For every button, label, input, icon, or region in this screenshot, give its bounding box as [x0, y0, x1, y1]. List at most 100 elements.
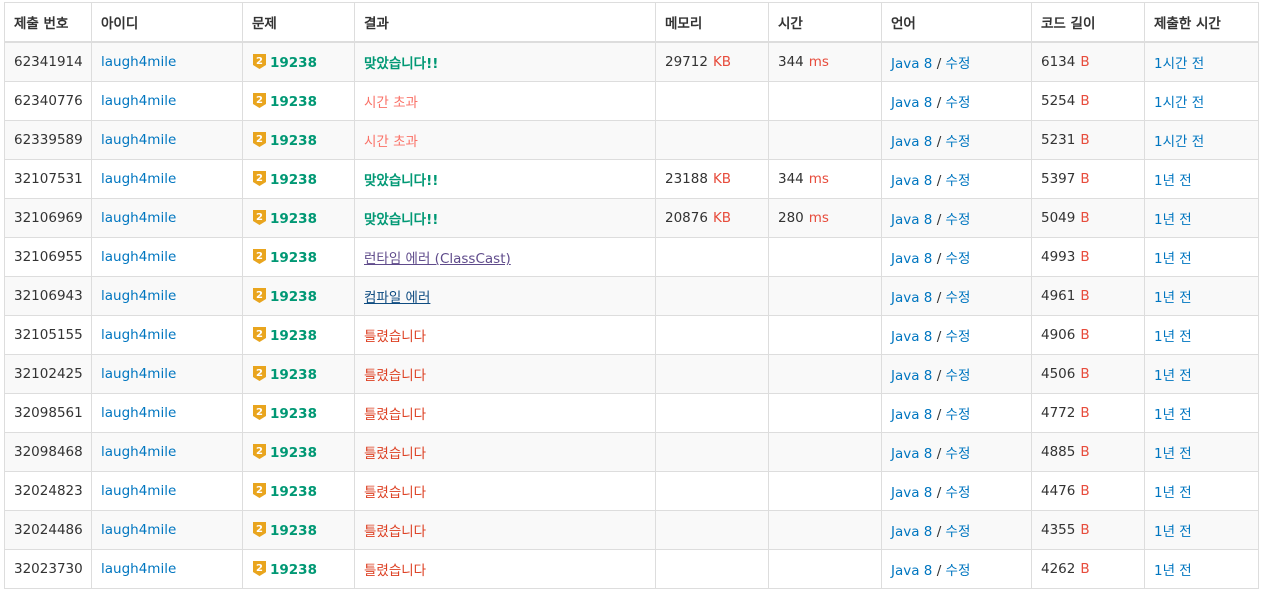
submitted-at-cell: 1년 전	[1144, 315, 1259, 355]
time-unit: ms	[808, 54, 829, 70]
user-link[interactable]: laugh4mile	[101, 54, 176, 70]
language-link[interactable]: Java 8	[891, 368, 932, 384]
edit-link[interactable]: 수정	[946, 134, 971, 150]
language-cell: Java 8 / 수정	[881, 471, 1032, 511]
code-length-value: 4355	[1041, 522, 1076, 538]
result-cell: 틀렸습니다	[354, 549, 656, 589]
result-cell: 틀렸습니다	[354, 315, 656, 355]
submitted-at-link[interactable]: 1년 전	[1154, 173, 1192, 189]
problem-link[interactable]: 19238	[270, 445, 317, 461]
edit-link[interactable]: 수정	[946, 212, 971, 228]
edit-link[interactable]: 수정	[946, 563, 971, 579]
user-link[interactable]: laugh4mile	[101, 405, 176, 421]
edit-link[interactable]: 수정	[946, 173, 971, 189]
user-link[interactable]: laugh4mile	[101, 171, 176, 187]
problem-cell: 2 19238	[242, 81, 355, 121]
user-link[interactable]: laugh4mile	[101, 132, 176, 148]
submitted-at-link[interactable]: 1년 전	[1154, 251, 1192, 267]
edit-link[interactable]: 수정	[946, 329, 971, 345]
submitted-at-link[interactable]: 1년 전	[1154, 563, 1192, 579]
time-cell	[768, 432, 882, 472]
problem-link[interactable]: 19238	[270, 172, 317, 188]
submitted-at-link[interactable]: 1시간 전	[1154, 134, 1204, 150]
submitted-at-link[interactable]: 1시간 전	[1154, 95, 1204, 111]
table-row: 32098561 laugh4mile 2 19238 틀렸습니다 Java 8 …	[4, 393, 1259, 433]
user-link[interactable]: laugh4mile	[101, 483, 176, 499]
edit-link[interactable]: 수정	[946, 368, 971, 384]
submitted-at-link[interactable]: 1년 전	[1154, 485, 1192, 501]
language-link[interactable]: Java 8	[891, 446, 932, 462]
problem-link[interactable]: 19238	[270, 55, 317, 71]
submitted-at-link[interactable]: 1년 전	[1154, 446, 1192, 462]
problem-link[interactable]: 19238	[270, 484, 317, 500]
submitted-at-link[interactable]: 1시간 전	[1154, 56, 1204, 72]
language-link[interactable]: Java 8	[891, 524, 932, 540]
edit-link[interactable]: 수정	[946, 251, 971, 267]
tier-badge-icon: 2	[252, 170, 267, 187]
user-link[interactable]: laugh4mile	[101, 327, 176, 343]
language-separator: /	[932, 524, 946, 540]
submitted-at-link[interactable]: 1년 전	[1154, 290, 1192, 306]
submitted-at-link[interactable]: 1년 전	[1154, 329, 1192, 345]
code-length-cell: 4993 B	[1031, 237, 1145, 277]
problem-link[interactable]: 19238	[270, 211, 317, 227]
edit-link[interactable]: 수정	[946, 290, 971, 306]
user-link[interactable]: laugh4mile	[101, 522, 176, 538]
language-link[interactable]: Java 8	[891, 173, 932, 189]
language-link[interactable]: Java 8	[891, 563, 932, 579]
submitted-at-link[interactable]: 1년 전	[1154, 212, 1192, 228]
language-link[interactable]: Java 8	[891, 329, 932, 345]
submitted-at-link[interactable]: 1년 전	[1154, 524, 1192, 540]
code-length-cell: 4476 B	[1031, 471, 1145, 511]
submitted-at-link[interactable]: 1년 전	[1154, 407, 1192, 423]
edit-link[interactable]: 수정	[946, 95, 971, 111]
problem-link[interactable]: 19238	[270, 94, 317, 110]
language-link[interactable]: Java 8	[891, 56, 932, 72]
problem-link[interactable]: 19238	[270, 328, 317, 344]
language-link[interactable]: Java 8	[891, 485, 932, 501]
language-link[interactable]: Java 8	[891, 212, 932, 228]
edit-link[interactable]: 수정	[946, 524, 971, 540]
edit-link[interactable]: 수정	[946, 407, 971, 423]
edit-link[interactable]: 수정	[946, 446, 971, 462]
problem-link[interactable]: 19238	[270, 367, 317, 383]
table-header-row: 제출 번호 아이디 문제 결과 메모리 시간 언어 코드 길이 제출한 시간	[4, 2, 1259, 43]
problem-link[interactable]: 19238	[270, 406, 317, 422]
language-link[interactable]: Java 8	[891, 290, 932, 306]
language-link[interactable]: Java 8	[891, 251, 932, 267]
user-link[interactable]: laugh4mile	[101, 444, 176, 460]
problem-link[interactable]: 19238	[270, 133, 317, 149]
language-link[interactable]: Java 8	[891, 95, 932, 111]
memory-cell	[655, 471, 769, 511]
user-link[interactable]: laugh4mile	[101, 210, 176, 226]
tier-level: 2	[256, 446, 263, 457]
result-text: 컴파일 에러	[364, 290, 431, 306]
submitted-at-link[interactable]: 1년 전	[1154, 368, 1192, 384]
user-link[interactable]: laugh4mile	[101, 288, 176, 304]
submitted-at-cell: 1년 전	[1144, 276, 1259, 316]
language-link[interactable]: Java 8	[891, 134, 932, 150]
table-row: 62339589 laugh4mile 2 19238 시간 초과 Java 8 …	[4, 120, 1259, 160]
user-link[interactable]: laugh4mile	[101, 561, 176, 577]
problem-link[interactable]: 19238	[270, 289, 317, 305]
code-length-unit: B	[1080, 522, 1090, 538]
result-cell: 시간 초과	[354, 81, 656, 121]
edit-link[interactable]: 수정	[946, 485, 971, 501]
problem-link[interactable]: 19238	[270, 250, 317, 266]
user-link[interactable]: laugh4mile	[101, 366, 176, 382]
user-link[interactable]: laugh4mile	[101, 249, 176, 265]
problem-cell: 2 19238	[242, 276, 355, 316]
user-link[interactable]: laugh4mile	[101, 93, 176, 109]
submission-id: 32106943	[14, 288, 83, 304]
problem-cell: 2 19238	[242, 393, 355, 433]
code-length-unit: B	[1080, 132, 1090, 148]
submitted-at-cell: 1시간 전	[1144, 81, 1259, 121]
language-link[interactable]: Java 8	[891, 407, 932, 423]
code-length-cell: 4506 B	[1031, 354, 1145, 394]
code-length-cell: 5397 B	[1031, 159, 1145, 199]
problem-link[interactable]: 19238	[270, 523, 317, 539]
edit-link[interactable]: 수정	[946, 56, 971, 72]
code-length-value: 4476	[1041, 483, 1076, 499]
problem-link[interactable]: 19238	[270, 562, 317, 578]
language-separator: /	[932, 173, 946, 189]
